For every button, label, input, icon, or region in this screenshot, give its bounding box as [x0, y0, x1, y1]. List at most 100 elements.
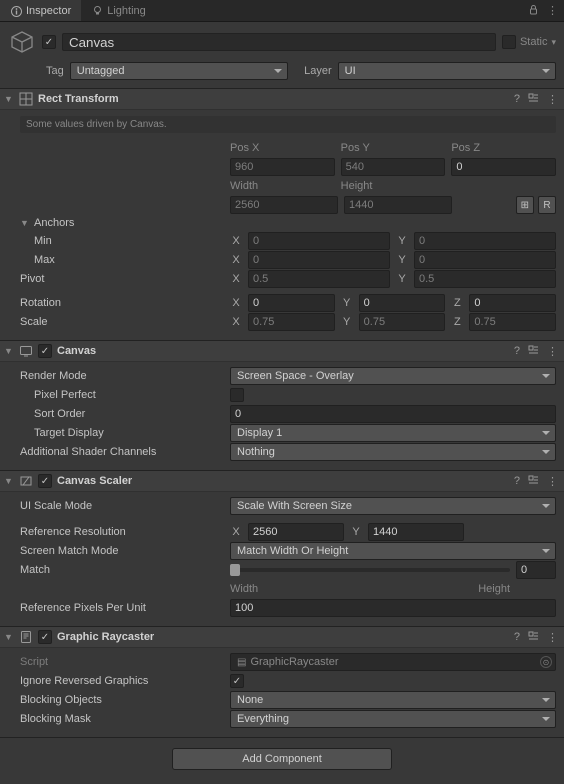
canvas-title: Canvas: [57, 345, 509, 357]
help-icon[interactable]: ?: [514, 345, 520, 358]
ui-scale-mode-dropdown[interactable]: Scale With Screen Size: [230, 497, 556, 515]
ignore-reversed-label: Ignore Reversed Graphics: [20, 675, 230, 687]
tab-lighting[interactable]: Lighting: [81, 0, 156, 21]
scale-label: Scale: [20, 316, 230, 328]
sort-order-label: Sort Order: [20, 408, 230, 420]
kebab-menu-icon[interactable]: ⋮: [547, 475, 558, 488]
script-file-icon: ▤: [237, 657, 246, 668]
rotation-x-input[interactable]: [248, 294, 335, 312]
anchors-group[interactable]: ▼ Anchors: [20, 215, 556, 231]
rect-transform-title: Rect Transform: [38, 93, 509, 105]
tag-dropdown[interactable]: Untagged: [70, 62, 288, 80]
help-icon[interactable]: ?: [514, 631, 520, 644]
render-mode-dropdown[interactable]: Screen Space - Overlay: [230, 367, 556, 385]
posy-input[interactable]: [341, 158, 446, 176]
tab-inspector[interactable]: Inspector: [0, 0, 81, 21]
fold-icon[interactable]: ▼: [4, 632, 14, 642]
posx-label: Pos X: [230, 142, 335, 155]
gameobject-active-checkbox[interactable]: ✓: [42, 35, 56, 49]
fold-icon[interactable]: ▼: [4, 346, 14, 356]
rotation-z-input[interactable]: [469, 294, 556, 312]
blocking-mask-label: Blocking Mask: [20, 713, 230, 725]
graphic-raycaster-title: Graphic Raycaster: [57, 631, 509, 643]
pixel-perfect-label: Pixel Perfect: [20, 389, 230, 401]
canvas-icon: [19, 344, 33, 358]
kebab-menu-icon[interactable]: ⋮: [547, 93, 558, 106]
graphic-raycaster-body: Script ▤ GraphicRaycaster ⊙ Ignore Rever…: [0, 648, 564, 737]
anchor-max-y-input[interactable]: [414, 251, 556, 269]
gameobject-header: ✓ Static ▾: [0, 22, 564, 60]
posz-input[interactable]: [451, 158, 556, 176]
reference-resolution-label: Reference Resolution: [20, 526, 230, 538]
scale-x-input[interactable]: [248, 313, 335, 331]
rotation-y-input[interactable]: [359, 294, 446, 312]
raw-edit-button[interactable]: R: [538, 196, 556, 214]
canvas-scaler-enable-checkbox[interactable]: ✓: [38, 474, 52, 488]
canvas-header: ▼ ✓ Canvas ? ⋮: [0, 340, 564, 362]
height-label: Height: [341, 180, 446, 193]
width-input[interactable]: [230, 196, 338, 214]
blocking-mask-dropdown[interactable]: Everything: [230, 710, 556, 728]
screen-match-mode-dropdown[interactable]: Match Width Or Height: [230, 542, 556, 560]
sort-order-input[interactable]: [230, 405, 556, 423]
render-mode-label: Render Mode: [20, 370, 230, 382]
canvas-enable-checkbox[interactable]: ✓: [38, 344, 52, 358]
anchor-max-label: Max: [20, 254, 230, 266]
anchor-min-x-input[interactable]: [248, 232, 390, 250]
tab-lighting-label: Lighting: [107, 5, 146, 17]
static-checkbox[interactable]: [502, 35, 516, 49]
match-height-label: Height: [478, 583, 510, 595]
ignore-reversed-checkbox[interactable]: ✓: [230, 674, 244, 688]
fold-icon[interactable]: ▼: [4, 94, 14, 104]
kebab-menu-icon[interactable]: ⋮: [547, 631, 558, 644]
lock-icon[interactable]: [528, 4, 539, 17]
tab-inspector-label: Inspector: [26, 5, 71, 17]
graphic-raycaster-enable-checkbox[interactable]: ✓: [38, 630, 52, 644]
graphic-raycaster-header: ▼ ✓ Graphic Raycaster ? ⋮: [0, 626, 564, 648]
ref-res-y-input[interactable]: [368, 523, 464, 541]
preset-icon[interactable]: [528, 93, 539, 106]
anchor-min-y-input[interactable]: [414, 232, 556, 250]
help-icon[interactable]: ?: [514, 93, 520, 106]
screen-match-mode-label: Screen Match Mode: [20, 545, 230, 557]
help-icon[interactable]: ?: [514, 475, 520, 488]
tab-bar: Inspector Lighting ⋮: [0, 0, 564, 22]
gameobject-name-input[interactable]: [62, 33, 496, 51]
shader-channels-dropdown[interactable]: Nothing: [230, 443, 556, 461]
ref-ppu-label: Reference Pixels Per Unit: [20, 602, 230, 614]
preset-icon[interactable]: [528, 345, 539, 358]
pivot-x-input[interactable]: [248, 270, 390, 288]
layer-dropdown[interactable]: UI: [338, 62, 556, 80]
fold-icon[interactable]: ▼: [4, 476, 14, 486]
anchor-max-x-input[interactable]: [248, 251, 390, 269]
canvas-scaler-header: ▼ ✓ Canvas Scaler ? ⋮: [0, 470, 564, 492]
kebab-menu-icon[interactable]: ⋮: [547, 345, 558, 358]
match-value-input[interactable]: [516, 561, 556, 579]
slider-thumb[interactable]: [230, 564, 240, 576]
info-icon: [10, 6, 22, 17]
static-dropdown-icon[interactable]: ▾: [551, 37, 556, 48]
preset-icon[interactable]: [528, 631, 539, 644]
target-display-label: Target Display: [20, 427, 230, 439]
posx-input[interactable]: [230, 158, 335, 176]
gameobject-icon[interactable]: [8, 28, 36, 56]
object-picker-icon[interactable]: ⊙: [540, 656, 552, 668]
pivot-y-input[interactable]: [414, 270, 556, 288]
preset-icon[interactable]: [528, 475, 539, 488]
height-input[interactable]: [344, 196, 452, 214]
width-label: Width: [230, 180, 335, 193]
kebab-menu-icon[interactable]: ⋮: [547, 4, 558, 17]
match-slider[interactable]: [230, 568, 510, 572]
anchor-min-label: Min: [20, 235, 230, 247]
scale-z-input[interactable]: [469, 313, 556, 331]
canvas-scaler-icon: [19, 474, 33, 488]
add-component-button[interactable]: Add Component: [172, 748, 392, 770]
blueprint-mode-button[interactable]: ⊞: [516, 196, 534, 214]
ui-scale-mode-label: UI Scale Mode: [20, 500, 230, 512]
ref-res-x-input[interactable]: [248, 523, 344, 541]
blocking-objects-dropdown[interactable]: None: [230, 691, 556, 709]
scale-y-input[interactable]: [359, 313, 446, 331]
pixel-perfect-checkbox[interactable]: [230, 388, 244, 402]
ref-ppu-input[interactable]: [230, 599, 556, 617]
target-display-dropdown[interactable]: Display 1: [230, 424, 556, 442]
